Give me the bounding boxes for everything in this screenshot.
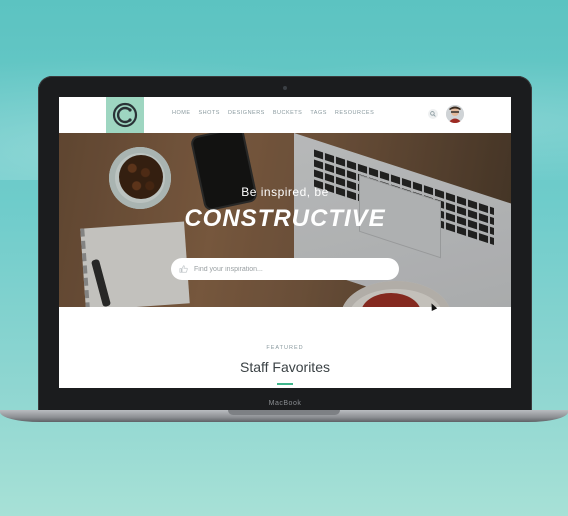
avatar-portrait-icon bbox=[446, 105, 464, 123]
logo-c-icon bbox=[112, 102, 138, 128]
nav-shots[interactable]: SHOTS bbox=[199, 110, 220, 116]
featured-label: FEATURED bbox=[266, 345, 304, 351]
featured-section: FEATURED Staff Favorites bbox=[59, 307, 511, 388]
nav-tags[interactable]: TAGS bbox=[310, 110, 327, 116]
nav-resources[interactable]: RESOURCES bbox=[335, 110, 374, 116]
user-avatar[interactable] bbox=[446, 105, 464, 123]
laptop-base bbox=[0, 410, 568, 422]
laptop-notch bbox=[228, 410, 340, 415]
featured-title: Staff Favorites bbox=[239, 359, 330, 375]
nav-buckets[interactable]: BUCKETS bbox=[273, 110, 302, 116]
featured-title-underline bbox=[277, 383, 293, 385]
camera-dot bbox=[283, 86, 287, 90]
nav-home[interactable]: HOME bbox=[172, 110, 191, 116]
thumbs-up-icon bbox=[179, 265, 188, 273]
hero-title: CONSTRUCTIVE bbox=[184, 205, 386, 232]
hero-section: Be inspired, be CONSTRUCTIVE bbox=[59, 133, 511, 307]
website-screen: HOME SHOTS DESIGNERS BUCKETS TAGS RESOUR… bbox=[59, 97, 511, 388]
main-nav: HOME SHOTS DESIGNERS BUCKETS TAGS RESOUR… bbox=[172, 110, 374, 116]
site-logo[interactable] bbox=[106, 97, 144, 133]
nav-designers[interactable]: DESIGNERS bbox=[228, 110, 265, 116]
hero-subtitle: Be inspired, be bbox=[241, 185, 329, 199]
hero-search-input[interactable] bbox=[194, 265, 394, 273]
search-button[interactable] bbox=[428, 109, 438, 119]
site-navbar: HOME SHOTS DESIGNERS BUCKETS TAGS RESOUR… bbox=[59, 97, 511, 133]
laptop-brand-label: MacBook bbox=[268, 400, 302, 407]
search-icon bbox=[430, 111, 436, 117]
hero-search-bar[interactable] bbox=[171, 258, 399, 280]
